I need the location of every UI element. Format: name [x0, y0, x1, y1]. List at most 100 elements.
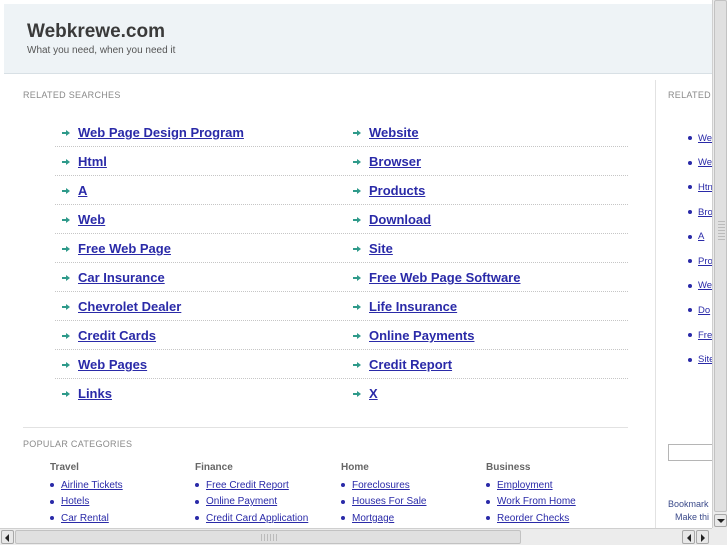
category-link[interactable]: Online Payment [206, 496, 277, 507]
sidebar-link[interactable]: We [698, 133, 712, 144]
sidebar-related-list: We We Htn Bro A Pro We Do Fre Site [688, 126, 712, 372]
category-link[interactable]: Foreclosures [352, 480, 410, 491]
sidebar-link[interactable]: We [698, 157, 712, 168]
scroll-right-icon[interactable] [696, 530, 709, 544]
sidebar-related-label: RELATED [668, 90, 711, 100]
vertical-scroll-thumb[interactable] [714, 0, 727, 512]
horizontal-scroll-thumb[interactable] [15, 530, 521, 544]
vertical-scrollbar[interactable] [712, 0, 727, 528]
related-link[interactable]: Credit Report [369, 357, 452, 372]
category-column-finance: Finance Free Credit Report Online Paymen… [195, 462, 308, 527]
scroll-down-icon[interactable] [714, 514, 727, 527]
related-link[interactable]: X [369, 386, 378, 401]
category-link[interactable]: Credit Card Application [206, 513, 308, 524]
bullet-dot-icon [486, 516, 490, 521]
sidebar-link[interactable]: Pro [698, 256, 712, 267]
related-link[interactable]: Html [78, 154, 107, 169]
category-item: Reorder Checks [486, 510, 576, 527]
related-searches-label: RELATED SEARCHES [23, 90, 121, 100]
grip-icon [718, 221, 725, 241]
related-link[interactable]: Credit Cards [78, 328, 156, 343]
related-link[interactable]: Website [369, 125, 419, 140]
sidebar-link[interactable]: Fre [698, 330, 712, 341]
related-link[interactable]: Browser [369, 154, 421, 169]
bullet-dot-icon [688, 308, 692, 313]
bullet-dot-icon [195, 516, 199, 521]
bullet-dot-icon [50, 516, 54, 521]
category-link[interactable]: Reorder Checks [497, 513, 569, 524]
related-link[interactable]: Online Payments [369, 328, 474, 343]
bullet-dot-icon [50, 483, 54, 488]
horizontal-scrollbar[interactable] [0, 528, 712, 545]
arrow-right-icon [62, 129, 70, 137]
arrow-right-icon [62, 274, 70, 282]
scroll-left-icon[interactable] [682, 530, 695, 544]
sidebar-divider [655, 80, 656, 528]
related-link[interactable]: Life Insurance [369, 299, 457, 314]
bullet-dot-icon [341, 499, 345, 504]
related-link[interactable]: Free Web Page Software [369, 270, 520, 285]
bullet-dot-icon [688, 283, 692, 288]
link-row: Web Download [55, 205, 628, 234]
category-link[interactable]: Houses For Sale [352, 496, 426, 507]
category-link[interactable]: Car Rental [61, 513, 109, 524]
scroll-left-icon[interactable] [1, 530, 14, 544]
sidebar-item: Pro [688, 249, 712, 274]
sidebar-link[interactable]: Htn [698, 182, 712, 193]
bullet-dot-icon [688, 185, 692, 190]
related-link[interactable]: Products [369, 183, 425, 198]
sidebar-link[interactable]: A [698, 231, 704, 242]
related-link[interactable]: Web [78, 212, 105, 227]
grip-icon [261, 534, 277, 541]
category-item: Work From Home [486, 494, 576, 511]
category-heading: Business [486, 462, 531, 473]
bullet-dot-icon [341, 516, 345, 521]
related-link[interactable]: Car Insurance [78, 270, 165, 285]
link-row: Chevrolet Dealer Life Insurance [55, 292, 628, 321]
sidebar-link[interactable]: We [698, 280, 712, 291]
sidebar-link[interactable]: Do [698, 305, 710, 316]
related-link[interactable]: Chevrolet Dealer [78, 299, 181, 314]
related-link[interactable]: Free Web Page [78, 241, 171, 256]
sidebar-link[interactable]: Bro [698, 207, 712, 218]
site-title[interactable]: Webkrewe.com [27, 21, 165, 43]
related-link[interactable]: Web Page Design Program [78, 125, 244, 140]
arrow-right-icon [353, 129, 361, 137]
related-link[interactable]: Web Pages [78, 357, 147, 372]
related-link[interactable]: A [78, 183, 87, 198]
site-header: Webkrewe.com What you need, when you nee… [4, 4, 712, 74]
category-heading: Travel [50, 462, 79, 473]
related-link[interactable]: Links [78, 386, 112, 401]
category-link[interactable]: Mortgage [352, 513, 394, 524]
arrow-right-icon [62, 216, 70, 224]
make-homepage-link[interactable]: Make thi [675, 512, 709, 522]
category-item: Employment [486, 477, 576, 494]
category-link[interactable]: Work From Home [497, 496, 576, 507]
sidebar-link[interactable]: Site [698, 354, 712, 365]
bullet-dot-icon [50, 499, 54, 504]
link-row: Car Insurance Free Web Page Software [55, 263, 628, 292]
category-item: Houses For Sale [341, 494, 426, 511]
link-row: Credit Cards Online Payments [55, 321, 628, 350]
related-link[interactable]: Download [369, 212, 431, 227]
arrow-right-icon [353, 390, 361, 398]
category-item: Credit Card Application [195, 510, 308, 527]
related-link[interactable]: Site [369, 241, 393, 256]
scrollbar-corner [712, 528, 727, 545]
category-link[interactable]: Free Credit Report [206, 480, 289, 491]
sidebar-search-input[interactable] [668, 444, 712, 461]
bullet-dot-icon [688, 333, 692, 338]
bookmark-link[interactable]: Bookmark [668, 499, 709, 509]
category-link[interactable]: Employment [497, 480, 553, 491]
sidebar-item: We [688, 274, 712, 299]
arrow-right-icon [62, 187, 70, 195]
link-row: Html Browser [55, 147, 628, 176]
category-column-business: Business Employment Work From Home Reord… [486, 462, 576, 527]
category-link[interactable]: Airline Tickets [61, 480, 123, 491]
section-divider [23, 427, 628, 428]
popular-categories-label: POPULAR CATEGORIES [23, 439, 133, 449]
category-column-home: Home Foreclosures Houses For Sale Mortga… [341, 462, 426, 527]
sidebar-item: A [688, 224, 712, 249]
category-link[interactable]: Hotels [61, 496, 89, 507]
category-column-travel: Travel Airline Tickets Hotels Car Rental [50, 462, 123, 527]
